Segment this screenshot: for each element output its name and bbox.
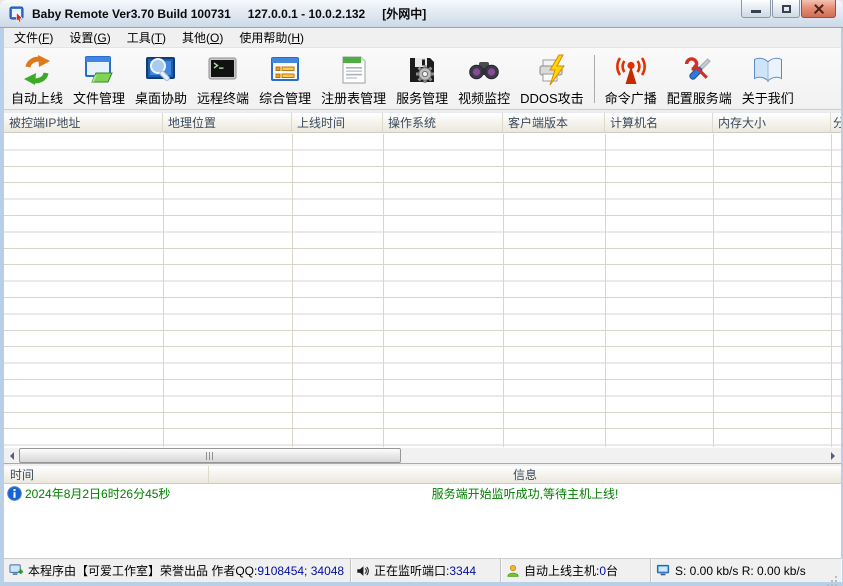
status-listening-port: 正在监听端口: 3344	[351, 559, 501, 582]
column-header-os[interactable]: 操作系统	[383, 113, 503, 132]
status-bar: 本程序由【可爱工作室】荣誉出品 作者QQ: 9108454; 34048 正在监…	[4, 558, 841, 582]
net-status-text: [外网中]	[382, 7, 426, 21]
column-header-client-version[interactable]: 客户端版本	[503, 113, 605, 132]
horizontal-scrollbar[interactable]	[4, 447, 841, 463]
service-manage-icon	[406, 54, 438, 86]
toolbar-button-video-monitor[interactable]: 视频监控	[453, 52, 515, 109]
app-window: Baby Remote Ver3.70 Build 100731 127.0.0.…	[0, 0, 843, 586]
toolbar-button-general-manage[interactable]: 综合管理	[254, 52, 316, 109]
toolbar-button-auto-online[interactable]: 自动上线	[6, 52, 68, 109]
log-table-header: 时间 信息	[4, 466, 841, 484]
command-broadcast-icon	[615, 54, 647, 86]
column-header-ip[interactable]: 被控端IP地址	[4, 113, 163, 132]
column-header-location[interactable]: 地理位置	[163, 113, 292, 132]
log-table-body: 2024年8月2日6时26分45秒 服务端开始监听成功,等待主机上线!	[4, 484, 841, 558]
minimize-button[interactable]	[741, 0, 771, 18]
toolbar-button-desktop-assist[interactable]: 桌面协助	[130, 52, 192, 109]
caption-buttons	[740, 0, 836, 18]
user-icon	[506, 564, 520, 578]
scroll-right-arrow[interactable]	[827, 450, 839, 462]
menu-file[interactable]: 文件(F)	[6, 27, 61, 48]
maximize-icon	[782, 5, 791, 13]
column-header-computer-name[interactable]: 计算机名	[605, 113, 713, 132]
menu-other[interactable]: 其他(O)	[174, 27, 231, 48]
log-entry-row[interactable]: 2024年8月2日6时26分45秒 服务端开始监听成功,等待主机上线!	[4, 484, 841, 502]
info-icon	[7, 486, 22, 501]
qq-numbers: 9108454; 34048	[257, 564, 344, 578]
desktop-assist-icon	[145, 54, 177, 86]
toolbar-button-service-manage[interactable]: 服务管理	[391, 52, 453, 109]
column-header-memory[interactable]: 内存大小	[713, 113, 831, 132]
about-us-icon	[752, 54, 784, 86]
app-title-text: Baby Remote Ver3.70 Build 100731	[32, 7, 231, 21]
toolbar: 自动上线 文件管理 桌面协助	[4, 48, 841, 110]
resize-grip[interactable]	[835, 576, 837, 578]
ddos-attack-icon	[536, 54, 568, 86]
toolbar-button-command-broadcast[interactable]: 命令广播	[600, 52, 662, 109]
status-auto-online-hosts: 自动上线主机: 0台	[501, 559, 651, 582]
speed-value: S: 0.00 kb/s R: 0.00 kb/s	[675, 564, 806, 578]
menu-bar: 文件(F) 设置(G) 工具(T) 其他(O) 使用帮助(H)	[4, 28, 841, 48]
close-button[interactable]	[801, 0, 836, 18]
column-header-resolution[interactable]: 分	[831, 113, 841, 132]
toolbar-button-about-us[interactable]: 关于我们	[737, 52, 799, 109]
window-content: 文件(F) 设置(G) 工具(T) 其他(O) 使用帮助(H) 自动上线	[4, 28, 841, 582]
menu-settings[interactable]: 设置(G)	[61, 27, 118, 48]
ip-range-text: 127.0.0.1 - 10.0.2.132	[248, 7, 365, 21]
video-monitor-icon	[468, 54, 500, 86]
scrollbar-thumb[interactable]	[19, 448, 401, 463]
maximize-button[interactable]	[772, 0, 800, 18]
auto-online-count: 0	[599, 564, 606, 578]
app-logo-icon	[9, 6, 25, 22]
general-manage-icon	[269, 54, 301, 86]
toolbar-button-registry-manage[interactable]: 注册表管理	[316, 52, 391, 109]
file-manager-icon	[83, 54, 115, 86]
remote-terminal-icon	[207, 54, 239, 86]
close-icon	[813, 3, 825, 15]
listening-port-value: 3344	[449, 564, 476, 578]
host-table-body	[4, 134, 841, 447]
scroll-left-arrow[interactable]	[6, 450, 18, 462]
toolbar-button-ddos-attack[interactable]: DDOS攻击	[515, 52, 589, 109]
log-entry-time: 2024年8月2日6时26分45秒	[4, 485, 209, 502]
toolbar-button-remote-terminal[interactable]: 远程终端	[192, 52, 254, 109]
title-bar: Baby Remote Ver3.70 Build 100731 127.0.0.…	[0, 0, 843, 28]
toolbar-button-config-server[interactable]: 配置服务端	[662, 52, 737, 109]
auto-online-icon	[21, 54, 53, 86]
speaker-icon	[356, 564, 370, 578]
log-column-time[interactable]: 时间	[4, 466, 209, 483]
status-transfer-speed: S: 0.00 kb/s R: 0.00 kb/s	[651, 559, 841, 582]
window-title: Baby Remote Ver3.70 Build 100731 127.0.0.…	[32, 5, 443, 22]
config-server-icon	[683, 54, 715, 86]
column-header-online-time[interactable]: 上线时间	[292, 113, 383, 132]
registry-manage-icon	[338, 54, 370, 86]
toolbar-separator	[594, 55, 595, 103]
status-credit: 本程序由【可爱工作室】荣誉出品 作者QQ: 9108454; 34048	[4, 559, 351, 582]
menu-help[interactable]: 使用帮助(H)	[231, 27, 312, 48]
host-table-header: 被控端IP地址 地理位置 上线时间 操作系统 客户端版本 计算机名 内存大小 分	[4, 112, 841, 133]
computer-plus-icon	[9, 563, 24, 578]
scrollbar-grip-icon	[206, 452, 214, 460]
menu-tools[interactable]: 工具(T)	[119, 27, 174, 48]
toolbar-button-file-manager[interactable]: 文件管理	[68, 52, 130, 109]
minimize-icon	[751, 10, 761, 13]
log-column-message[interactable]: 信息	[209, 466, 841, 483]
network-monitor-icon	[656, 563, 671, 578]
log-entry-message: 服务端开始监听成功,等待主机上线!	[209, 485, 841, 502]
